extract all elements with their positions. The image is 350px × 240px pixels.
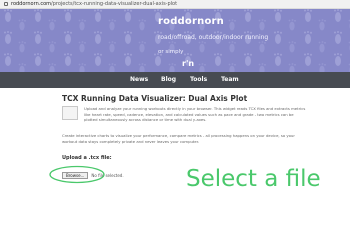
nav-item-tools[interactable]: Tools [190,72,207,88]
address-bar[interactable]: roddornorn.com/projects/tcx-running-data… [0,0,350,9]
nav-item-blog[interactable]: Blog [161,72,176,88]
chart-thumbnail-icon [62,106,78,120]
main-nav: News Blog Tools Team [0,72,350,88]
file-input[interactable]: Browse... No file selected. [62,170,124,179]
url-path: /projects/tcx-running-data-visualizer-du… [51,1,178,7]
page-title: TCX Running Data Visualizer: Dual Axis P… [62,94,248,103]
site-or-simply: or simply [158,49,184,55]
browse-button[interactable]: Browse... [62,171,89,179]
upload-label: Upload a .tcx file: [62,155,112,161]
nav-item-news[interactable]: News [130,72,148,88]
nav-item-team[interactable]: Team [221,72,239,88]
site-title[interactable]: roddornorn [158,16,224,27]
url-domain: roddornorn.com [11,1,52,7]
site-header: roddornorn road/offroad, outdoor/indoor … [0,9,350,72]
file-status-text: No file selected. [91,172,124,178]
privacy-paragraph: Create interactive charts to visualize y… [62,133,295,144]
site-short-name: r'n [182,59,195,68]
lock-icon [4,1,8,6]
browser-window: roddornorn.com/projects/tcx-running-data… [0,0,350,202]
annotation-label: Select a file [186,166,321,192]
site-tagline: road/offroad, outdoor/indoor running [158,34,269,41]
intro-paragraph: Upload and analyze your running workouts… [84,106,306,123]
